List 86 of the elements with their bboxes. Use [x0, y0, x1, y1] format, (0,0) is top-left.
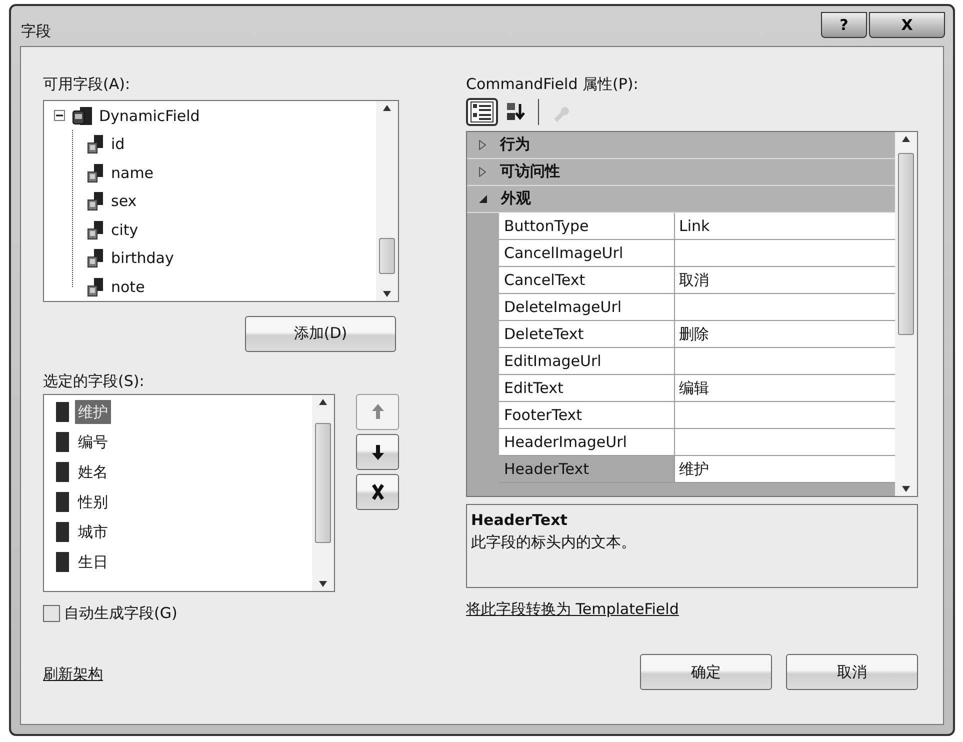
- add-button[interactable]: 添加(D): [245, 316, 396, 352]
- property-value-field[interactable]: [675, 348, 895, 374]
- tree-item[interactable]: birthday: [111, 247, 174, 270]
- field-icon: [56, 492, 69, 512]
- property-value[interactable]: 编辑: [675, 374, 895, 402]
- collapse-icon[interactable]: [54, 110, 65, 122]
- property-name[interactable]: ButtonType: [499, 212, 675, 240]
- convert-to-template-link[interactable]: 将此字段转换为 TemplateField: [466, 598, 679, 620]
- list-item[interactable]: 编号: [75, 430, 111, 454]
- property-name[interactable]: DeleteImageUrl: [499, 294, 675, 320]
- description-title: HeaderText: [471, 510, 568, 530]
- list-item[interactable]: 性别: [75, 490, 111, 514]
- field-icon: [56, 552, 69, 572]
- close-button[interactable]: X: [869, 12, 945, 38]
- field-icon: [56, 432, 69, 452]
- tree-item[interactable]: id: [111, 133, 125, 156]
- move-down-button[interactable]: [356, 434, 399, 470]
- selected-fields-label: 选定的字段(S):: [43, 370, 144, 392]
- property-name[interactable]: EditImageUrl: [499, 348, 675, 374]
- list-item[interactable]: 生日: [75, 550, 111, 574]
- property-name[interactable]: HeaderImageUrl: [499, 428, 675, 456]
- categorized-view-icon[interactable]: [466, 98, 498, 126]
- help-button[interactable]: ?: [821, 12, 867, 38]
- scroll-down-icon[interactable]: [319, 581, 327, 587]
- available-fields-label: 可用字段(A):: [43, 74, 130, 95]
- scrollbar[interactable]: [312, 395, 334, 591]
- field-icon: [85, 276, 105, 297]
- tree-item[interactable]: sex: [111, 190, 137, 212]
- field-icon: [85, 248, 105, 268]
- list-item[interactable]: 维护: [75, 400, 111, 424]
- field-icon: [85, 191, 105, 212]
- property-grid[interactable]: 行为 可访问性 外观 ButtonType Link CancelImageUrl CancelText 取消 DeleteImageUrl DeleteText 删除 EditImageUrl EditText 编辑 FooterText HeaderImageUrl HeaderText 维护: [466, 130, 918, 496]
- property-name[interactable]: FooterText: [499, 402, 675, 428]
- window-title: 字段: [21, 21, 51, 42]
- dialog-button[interactable]: 确定: [640, 654, 772, 690]
- property-value[interactable]: 取消: [675, 266, 895, 294]
- tree-item[interactable]: note: [111, 276, 145, 298]
- property-name[interactable]: HeaderText: [499, 456, 675, 482]
- property-value[interactable]: 维护: [675, 456, 895, 482]
- property-value-field[interactable]: [675, 402, 895, 428]
- property-name[interactable]: CancelImageUrl: [499, 240, 675, 266]
- collapse-icon[interactable]: [479, 194, 487, 202]
- list-item[interactable]: 姓名: [75, 460, 111, 484]
- property-value-field[interactable]: [675, 240, 895, 266]
- field-icon: [56, 402, 69, 422]
- scroll-down-icon[interactable]: [383, 290, 391, 296]
- field-icon: [85, 220, 105, 240]
- scroll-down-icon[interactable]: [902, 486, 910, 492]
- scroll-up-icon[interactable]: [902, 136, 910, 142]
- expand-icon[interactable]: [479, 166, 486, 176]
- tree-item[interactable]: name: [111, 162, 154, 184]
- table-icon: [71, 106, 93, 126]
- category-label[interactable]: 外观: [501, 187, 531, 210]
- refresh-schema-link[interactable]: 刷新架构: [43, 662, 103, 685]
- category-label[interactable]: 行为: [500, 133, 530, 156]
- available-fields-tree[interactable]: DynamicField id name sex city birthday note: [43, 100, 399, 302]
- scroll-up-icon[interactable]: [319, 399, 327, 405]
- expand-icon[interactable]: [479, 140, 486, 150]
- property-value-field[interactable]: [675, 428, 895, 456]
- scrollbar[interactable]: [895, 132, 917, 496]
- category-label[interactable]: 可访问性: [500, 160, 560, 183]
- scroll-up-icon[interactable]: [383, 104, 391, 110]
- description-text: 此字段的标头内的文本。: [471, 532, 636, 553]
- tree-item[interactable]: city: [111, 218, 138, 241]
- selected-fields-list[interactable]: 维护 编号 姓名 性别 城市 生日: [43, 394, 335, 592]
- remove-button[interactable]: [356, 474, 399, 510]
- field-icon: [56, 462, 69, 482]
- list-item[interactable]: 城市: [75, 520, 111, 544]
- property-name[interactable]: CancelText: [499, 266, 675, 294]
- property-value[interactable]: Link: [675, 212, 895, 240]
- field-icon: [85, 162, 105, 183]
- scrollbar-thumb[interactable]: [898, 152, 914, 334]
- scrollbar-thumb[interactable]: [379, 238, 395, 274]
- property-value-field[interactable]: [675, 294, 895, 320]
- field-icon: [56, 522, 69, 542]
- checkbox[interactable]: [43, 604, 60, 622]
- auto-generate-label: 自动生成字段(G): [64, 603, 178, 624]
- dialog-button[interactable]: 取消: [786, 654, 918, 690]
- properties-label: CommandField 属性(P):: [466, 74, 638, 95]
- tree-item[interactable]: DynamicField: [99, 104, 200, 127]
- scrollbar[interactable]: [376, 100, 398, 300]
- scrollbar-thumb[interactable]: [315, 423, 331, 543]
- field-icon: [85, 134, 105, 154]
- property-value[interactable]: 删除: [675, 320, 895, 348]
- property-name[interactable]: EditText: [499, 374, 675, 402]
- property-name[interactable]: DeleteText: [499, 320, 675, 348]
